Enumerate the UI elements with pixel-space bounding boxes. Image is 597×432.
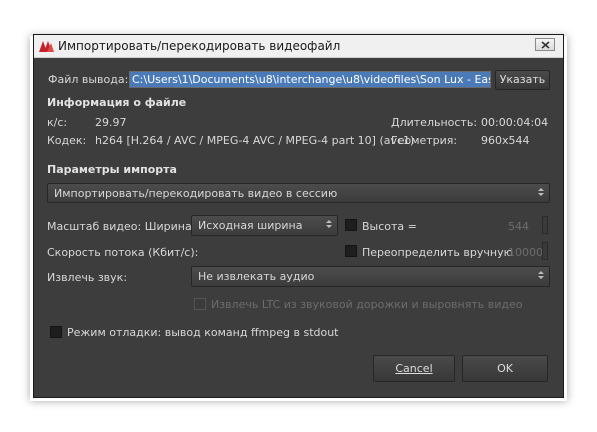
audio-value: Не извлекать аудио — [198, 270, 315, 283]
file-info-heading: Информация о файле — [47, 96, 187, 109]
debug-label: Режим отладки: вывод команд ffmpeg в std… — [67, 326, 339, 339]
debug-checkbox[interactable] — [50, 326, 62, 338]
bitrate-spinner[interactable] — [542, 242, 548, 260]
select-arrows-icon — [326, 220, 332, 228]
title-bar[interactable]: Импортировать/перекодировать видеофайл — [34, 35, 563, 58]
height-value: 544 — [508, 220, 529, 233]
bitrate-value: 10000 — [508, 246, 543, 259]
width-value: Исходная ширина — [198, 219, 303, 232]
output-file-label: Файл вывода: — [48, 73, 129, 86]
audio-label: Извлечь звук: — [47, 271, 128, 284]
geometry-value: 960x544 — [481, 134, 530, 147]
import-mode-value: Импортировать/перекодировать видео в сес… — [54, 187, 338, 200]
import-dialog: Импортировать/перекодировать видеофайл Ф… — [33, 34, 564, 398]
geometry-label: Геометрия: — [391, 134, 458, 147]
ok-button[interactable]: OK — [462, 355, 548, 382]
ltc-checkbox[interactable] — [194, 298, 206, 310]
window-title: Импортировать/перекодировать видеофайл — [58, 39, 341, 53]
output-file-input[interactable]: C:\Users\1\Documents\u8\interchange\u8\v… — [129, 71, 491, 88]
override-label: Переопределить вручную — [362, 246, 513, 259]
bitrate-label: Скорость потока (Кбит/с): — [47, 246, 199, 259]
codec-value: h264 [H.264 / AVC / MPEG-4 AVC / MPEG-4 … — [95, 134, 415, 147]
width-select[interactable]: Исходная ширина — [191, 215, 338, 236]
fps-value: 29.97 — [95, 116, 127, 129]
duration-value: 00:00:04:04 — [481, 116, 549, 129]
output-file-path: C:\Users\1\Documents\u8\interchange\u8\v… — [130, 72, 490, 87]
height-spinner[interactable] — [542, 216, 548, 234]
duration-label: Длительность: — [391, 116, 478, 129]
close-icon — [541, 41, 550, 49]
cancel-button[interactable]: Cancel — [373, 355, 455, 382]
import-mode-select[interactable]: Импортировать/перекодировать видео в сес… — [47, 183, 550, 203]
audio-select[interactable]: Не извлекать аудио — [191, 266, 550, 287]
codec-label: Кодек: — [47, 134, 87, 147]
browse-button[interactable]: Указать — [495, 70, 550, 90]
select-arrows-icon — [538, 188, 544, 196]
close-button[interactable] — [535, 38, 555, 51]
override-checkbox[interactable] — [345, 245, 357, 257]
fps-label: к/с: — [47, 116, 68, 129]
select-arrows-icon — [538, 271, 544, 279]
height-checkbox[interactable] — [345, 219, 357, 231]
scale-width-label: Масштаб видео: Ширина = — [47, 220, 205, 233]
ltc-label: Извлечь LTC из звуковой дорожки и выровн… — [211, 298, 523, 311]
height-label: Высота = — [362, 220, 417, 233]
import-params-heading: Параметры импорта — [47, 163, 177, 176]
app-logo-icon — [39, 41, 54, 52]
